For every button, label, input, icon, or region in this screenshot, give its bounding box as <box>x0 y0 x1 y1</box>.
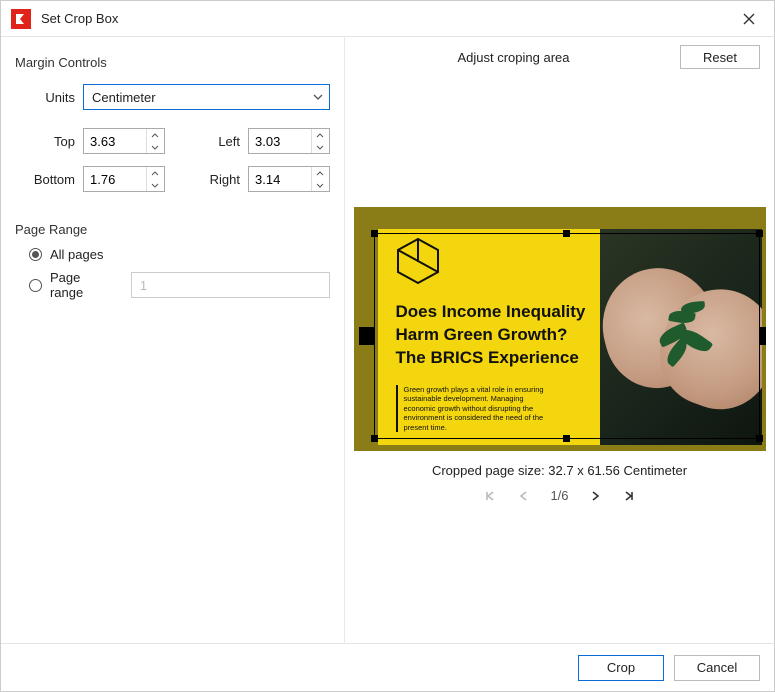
section-margin-controls: Margin Controls <box>15 55 330 70</box>
app-icon <box>11 9 31 29</box>
bottom-step-down[interactable] <box>147 179 162 191</box>
right-input[interactable] <box>249 172 311 187</box>
radio-page-range[interactable] <box>29 279 42 292</box>
first-page-icon <box>484 490 496 502</box>
bottom-spinner[interactable] <box>83 166 165 192</box>
radio-all-pages[interactable] <box>29 248 42 261</box>
crop-rectangle[interactable] <box>374 233 760 439</box>
chevron-down-icon <box>313 94 323 100</box>
dialog-footer: Crop Cancel <box>1 643 774 691</box>
right-spinner[interactable] <box>248 166 330 192</box>
left-panel: Margin Controls Units Centimeter Top <box>1 37 344 643</box>
right-top-bar: Adjust croping area Reset <box>345 37 774 77</box>
bottom-label: Bottom <box>15 172 83 187</box>
right-step-up[interactable] <box>312 167 327 179</box>
right-step-down[interactable] <box>312 179 327 191</box>
left-spinner[interactable] <box>248 128 330 154</box>
left-label: Left <box>180 134 248 149</box>
close-button[interactable] <box>734 4 764 34</box>
left-step-up[interactable] <box>312 129 327 141</box>
crop-handle-e[interactable] <box>759 327 766 345</box>
top-spinner[interactable] <box>83 128 165 154</box>
bottom-input[interactable] <box>84 172 146 187</box>
top-label: Top <box>15 134 83 149</box>
page-range-section: Page Range All pages Page range 1 <box>15 218 330 308</box>
reset-button[interactable]: Reset <box>680 45 760 69</box>
units-select[interactable]: Centimeter <box>83 84 330 110</box>
top-step-down[interactable] <box>147 141 162 153</box>
adjust-cropping-label: Adjust croping area <box>359 50 668 65</box>
radio-all-pages-label: All pages <box>50 247 103 262</box>
preview-canvas[interactable]: Does Income Inequality Harm Green Growth… <box>354 207 766 451</box>
top-step-up[interactable] <box>147 129 162 141</box>
cropped-page-size: Cropped page size: 32.7 x 61.56 Centimet… <box>432 463 687 478</box>
crop-button[interactable]: Crop <box>578 655 664 681</box>
close-icon <box>743 13 755 25</box>
pager-last[interactable] <box>623 490 635 502</box>
titlebar: Set Crop Box <box>1 1 774 37</box>
units-label: Units <box>15 90 83 105</box>
last-page-icon <box>623 490 635 502</box>
radio-page-range-label: Page range <box>50 270 117 300</box>
pager: 1/6 <box>484 488 634 503</box>
crop-handle-w[interactable] <box>359 327 375 345</box>
crop-handle-sw[interactable] <box>371 435 378 442</box>
left-input[interactable] <box>249 134 311 149</box>
dialog-set-crop-box: Set Crop Box Margin Controls Units Centi… <box>0 0 775 692</box>
units-row: Units Centimeter <box>15 84 330 110</box>
section-page-range: Page Range <box>15 222 330 237</box>
right-label: Right <box>180 172 248 187</box>
page-range-input[interactable]: 1 <box>131 272 330 298</box>
radio-all-pages-row[interactable]: All pages <box>29 247 330 262</box>
crop-handle-ne[interactable] <box>756 230 763 237</box>
prev-page-icon <box>518 490 528 502</box>
left-step-down[interactable] <box>312 141 327 153</box>
pager-first[interactable] <box>484 490 496 502</box>
preview-area: Does Income Inequality Harm Green Growth… <box>345 77 774 643</box>
top-input[interactable] <box>84 134 146 149</box>
pager-prev[interactable] <box>518 490 528 502</box>
crop-handle-nw[interactable] <box>371 230 378 237</box>
margins-grid: Top Left Bottom <box>15 128 330 192</box>
page-indicator: 1/6 <box>550 488 568 503</box>
cancel-button[interactable]: Cancel <box>674 655 760 681</box>
radio-page-range-row[interactable]: Page range 1 <box>29 270 330 300</box>
pager-next[interactable] <box>591 490 601 502</box>
dialog-body: Margin Controls Units Centimeter Top <box>1 37 774 643</box>
bottom-step-up[interactable] <box>147 167 162 179</box>
crop-handle-se[interactable] <box>756 435 763 442</box>
crop-handle-n[interactable] <box>563 230 570 237</box>
crop-handle-s[interactable] <box>563 435 570 442</box>
right-panel: Adjust croping area Reset <box>344 37 774 643</box>
next-page-icon <box>591 490 601 502</box>
window-title: Set Crop Box <box>41 11 734 26</box>
units-selected-value: Centimeter <box>92 90 156 105</box>
